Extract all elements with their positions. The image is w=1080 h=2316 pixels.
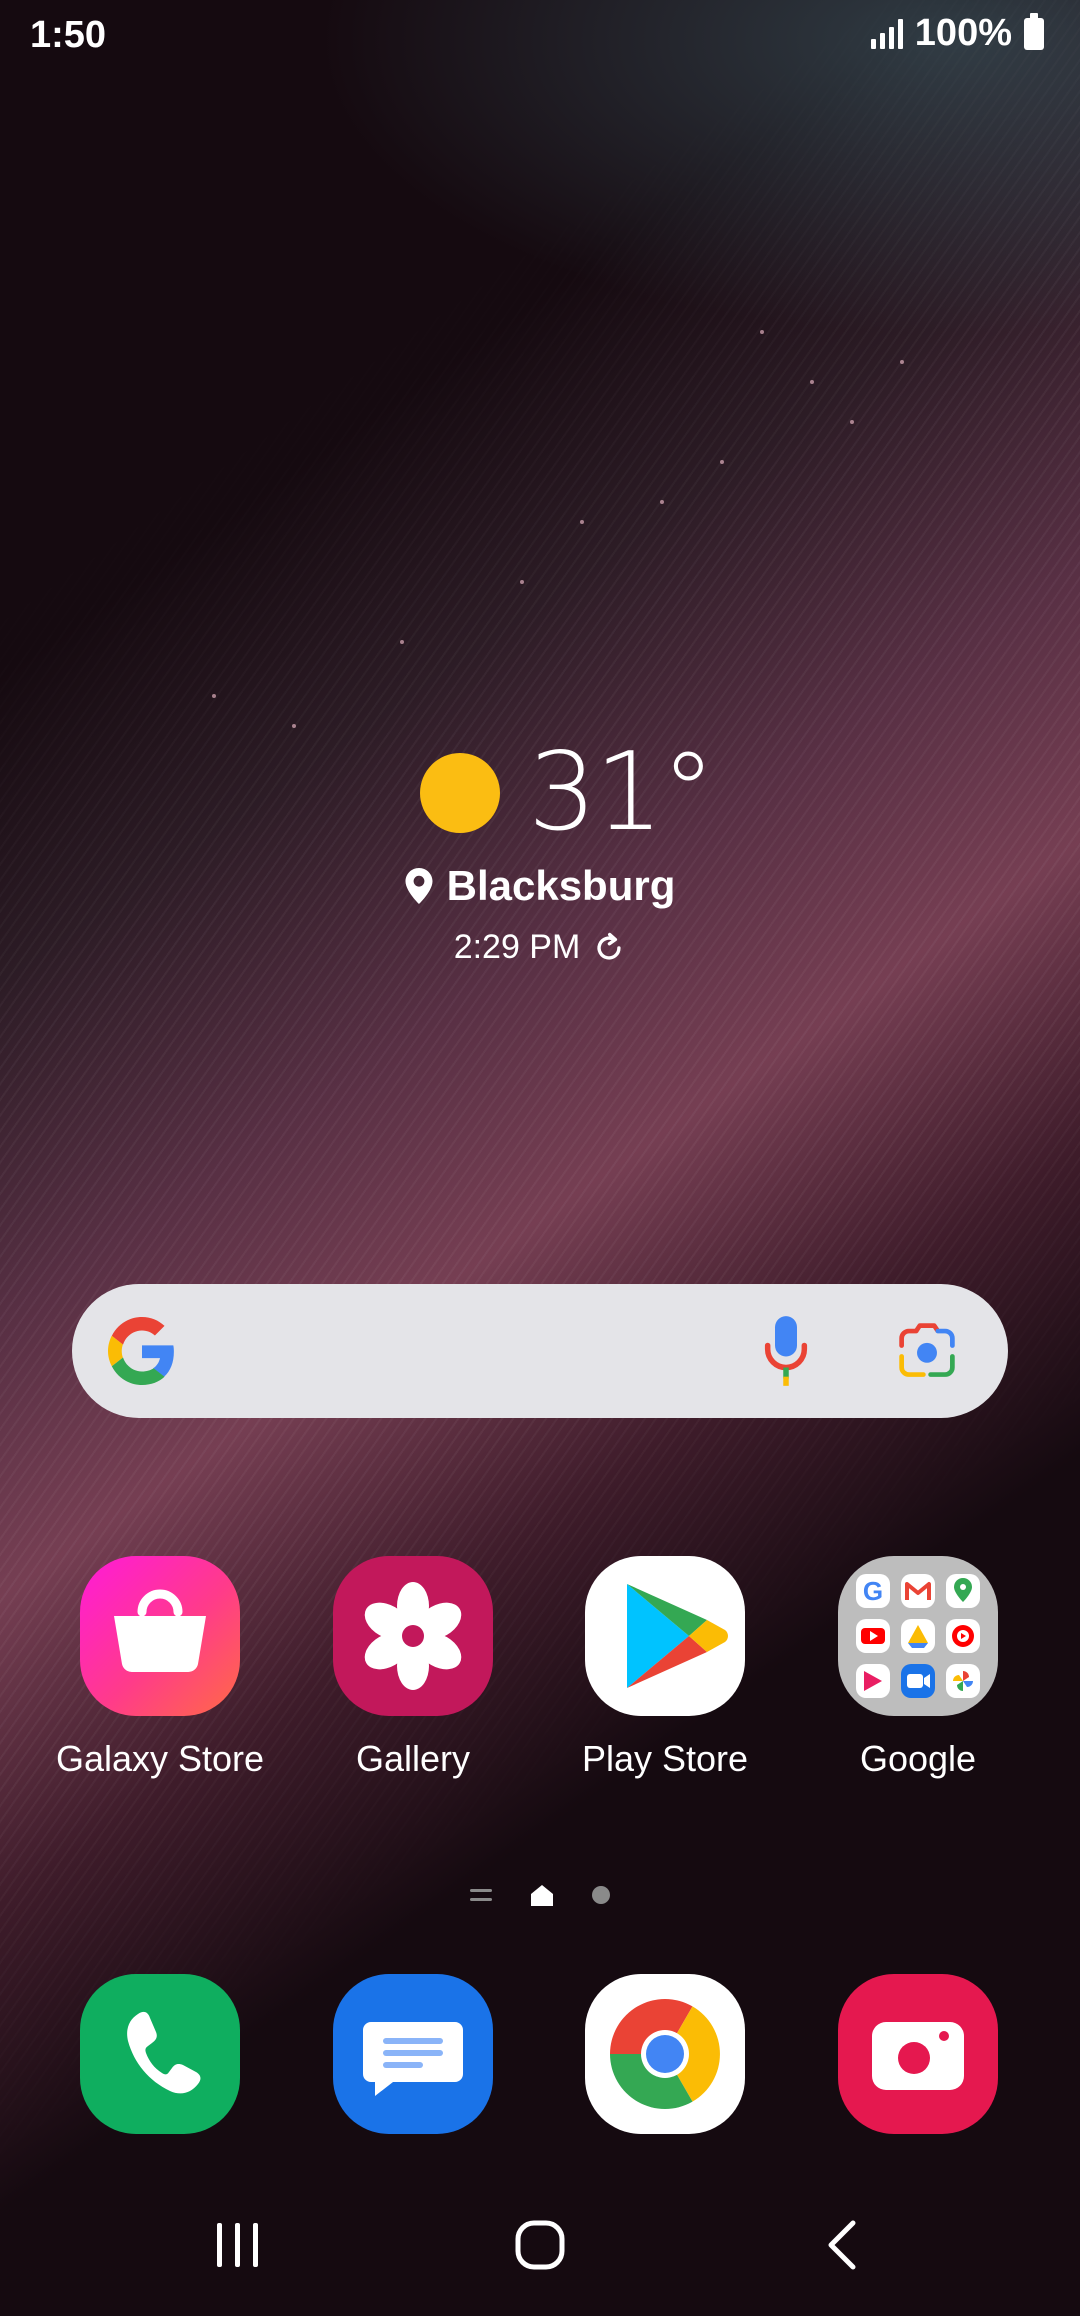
google-g-icon bbox=[108, 1317, 174, 1385]
app-play-store[interactable]: Play Store bbox=[555, 1556, 775, 1780]
home-icon bbox=[515, 2220, 565, 2270]
app-label: Galaxy Store bbox=[55, 1738, 265, 1779]
app-galaxy-store[interactable]: Galaxy Store bbox=[50, 1556, 270, 1780]
chrome-icon bbox=[585, 1974, 745, 2134]
weather-updated-row: 2:29 PM bbox=[0, 928, 1080, 967]
app-label: Play Store bbox=[581, 1738, 749, 1779]
google-folder-icon: G bbox=[838, 1556, 998, 1716]
wallpaper-streaks bbox=[0, 0, 1080, 2316]
page-dot bbox=[592, 1886, 610, 1904]
home-screen: 1:50 100% 31° Blacksburg 2:29 PM Galaxy … bbox=[0, 0, 1080, 2316]
sunny-icon bbox=[420, 752, 500, 833]
status-icons: 100% bbox=[870, 12, 1044, 55]
home-button[interactable] bbox=[495, 2210, 585, 2280]
weather-temp-row: 31° bbox=[420, 730, 715, 855]
dock-chrome[interactable] bbox=[555, 1974, 775, 2134]
voice-search-icon[interactable] bbox=[764, 1316, 808, 1386]
app-label: Google bbox=[859, 1738, 977, 1779]
weather-location: Blacksburg bbox=[446, 862, 676, 909]
back-button[interactable] bbox=[798, 2210, 888, 2280]
battery-percent: 100% bbox=[914, 12, 1012, 54]
svg-text:G: G bbox=[863, 1576, 883, 1606]
messages-icon bbox=[333, 1974, 493, 2134]
play-triangle-icon bbox=[585, 1556, 745, 1716]
back-icon bbox=[828, 2220, 856, 2270]
navigation-bar bbox=[0, 2210, 1080, 2280]
app-google-folder[interactable]: G Google bbox=[808, 1556, 1028, 1780]
weather-updated-time: 2:29 PM bbox=[453, 928, 581, 966]
home-page-icon bbox=[531, 1885, 553, 1906]
shopping-bag-icon bbox=[80, 1556, 240, 1716]
page-indicator[interactable] bbox=[0, 1884, 1080, 1906]
location-pin-icon bbox=[405, 868, 433, 904]
camera-icon bbox=[838, 1974, 998, 2134]
dock-camera[interactable] bbox=[808, 1974, 1028, 2134]
google-search-bar[interactable] bbox=[72, 1284, 1008, 1418]
feed-page-icon bbox=[470, 1889, 492, 1901]
phone-icon bbox=[80, 1974, 240, 2134]
app-label: Gallery bbox=[355, 1738, 471, 1779]
app-gallery[interactable]: Gallery bbox=[303, 1556, 523, 1780]
google-lens-icon[interactable] bbox=[898, 1323, 956, 1379]
refresh-icon[interactable] bbox=[592, 931, 626, 965]
dock-phone[interactable] bbox=[50, 1974, 270, 2134]
battery-icon bbox=[1024, 12, 1044, 50]
flower-icon bbox=[333, 1556, 493, 1716]
weather-location-row: Blacksburg bbox=[0, 862, 1080, 910]
recent-apps-button[interactable] bbox=[193, 2210, 283, 2280]
weather-temperature: 31° bbox=[528, 730, 715, 855]
recent-apps-icon bbox=[217, 2223, 258, 2267]
signal-icon bbox=[870, 18, 903, 49]
status-time: 1:50 bbox=[30, 14, 107, 56]
dock-messages[interactable] bbox=[303, 1974, 523, 2134]
